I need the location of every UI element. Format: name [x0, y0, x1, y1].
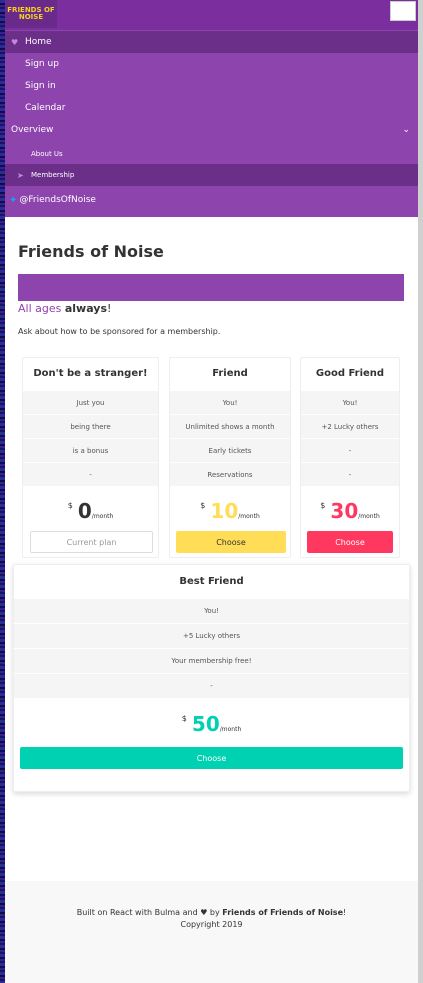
currency: $ [320, 501, 326, 510]
heart-icon: ♥ [200, 908, 208, 917]
all-ages-text: All ages always! [18, 302, 111, 315]
plan-feature: - [301, 462, 399, 486]
plan-card-good-friend: Good Friend You! +2 Lucky others - - $ 3… [300, 357, 400, 558]
logo-text: FRIENDS OF NOISE [7, 6, 55, 21]
plan-feature: Your membership free! [14, 648, 409, 673]
plan-feature: Reservations [170, 462, 290, 486]
sponsor-text: Ask about how to be sponsored for a memb… [18, 327, 221, 336]
price-period: /month [91, 513, 114, 520]
chevron-down-icon: ⌄ [402, 125, 410, 135]
nav-item-label: @FriendsOfNoise [19, 195, 96, 205]
logo[interactable]: FRIENDS OF NOISE [5, 0, 57, 28]
page-title: Friends of Noise [18, 242, 164, 261]
nav-item-signin[interactable]: Sign in [5, 75, 418, 97]
plan-feature: +5 Lucky others [14, 623, 409, 648]
plan-name: Best Friend [179, 575, 244, 587]
plan-name: Don't be a stranger! [33, 367, 148, 379]
nav-item-label: Sign in [25, 81, 56, 91]
footer-built-line: Built on React with Bulma and ♥ by Frien… [5, 908, 418, 917]
nav-item-home[interactable]: ♥ Home [5, 31, 418, 53]
all-ages-bold: always [64, 302, 108, 315]
plan-feature: You! [301, 390, 399, 414]
plan-feature: +2 Lucky others [301, 414, 399, 438]
all-ages-end: ! [107, 302, 112, 315]
plan-card-stranger: Don't be a stranger! Just you being ther… [22, 357, 159, 558]
nav-item-label: Sign up [25, 59, 59, 69]
plan-price: $ 10/month [170, 499, 290, 523]
navbar-brand-bar: FRIENDS OF NOISE [5, 0, 418, 30]
plan-price: $ 50/month [14, 712, 409, 736]
currency: $ [181, 714, 187, 723]
plan-feature: - [14, 673, 409, 698]
plan-feature: - [301, 438, 399, 462]
nav-item-membership[interactable]: ➤ Membership [5, 164, 418, 186]
footer-copyright: Copyright 2019 [180, 920, 243, 929]
choose-friend-button[interactable]: Choose [176, 531, 286, 553]
all-ages-lead: All ages [18, 302, 65, 315]
plan-feature: Just you [23, 390, 158, 414]
nav-item-label: Membership [31, 171, 75, 179]
paper-plane-icon: ➤ [17, 170, 24, 180]
price-amount: 50 [191, 712, 220, 736]
footer-end: ! [343, 908, 347, 917]
choose-good-friend-button[interactable]: Choose [307, 531, 393, 553]
plan-name: Friend [212, 367, 248, 379]
nav-item-signup[interactable]: Sign up [5, 53, 418, 75]
plan-feature: is a bonus [23, 438, 158, 462]
plan-feature: You! [14, 598, 409, 623]
plan-feature: You! [170, 390, 290, 414]
plan-feature: being there [23, 414, 158, 438]
plan-card-friend: Friend You! Unlimited shows a month Earl… [169, 357, 291, 558]
price-amount: 0 [77, 499, 92, 523]
footer-built-prefix: Built on React with Bulma and [76, 908, 198, 917]
price-period: /month [219, 726, 242, 733]
plan-price: $ 30/month [301, 499, 399, 523]
page: FRIENDS OF NOISE ♥ Home Sign up Sign in … [5, 0, 418, 983]
plan-feature: Early tickets [170, 438, 290, 462]
current-plan-button[interactable]: Current plan [30, 531, 153, 553]
choose-best-friend-button[interactable]: Choose [20, 747, 403, 769]
banner [18, 274, 404, 301]
scrollbar[interactable] [418, 0, 423, 983]
footer-org-link[interactable]: Friends of Friends of Noise [222, 908, 343, 917]
plan-price: $ 0/month [23, 499, 158, 523]
nav-dropdown-overview[interactable]: Overview ⌄ [5, 119, 418, 141]
heart-icon: ♥ [11, 37, 19, 47]
currency: $ [67, 501, 73, 510]
nav-dropdown-label: Overview [11, 125, 54, 135]
price-amount: 30 [330, 499, 359, 523]
nav-item-label: Home [25, 37, 52, 47]
nav-item-calendar[interactable]: Calendar [5, 97, 418, 119]
price-period: /month [238, 513, 260, 520]
nav-item-label: About Us [31, 150, 63, 158]
plan-feature: - [23, 462, 158, 486]
footer-by: by [209, 908, 220, 917]
plan-card-best-friend: Best Friend You! +5 Lucky others Your me… [13, 564, 410, 792]
currency: $ [200, 501, 206, 510]
nav-item-label: Calendar [25, 103, 66, 113]
nav-item-about[interactable]: About Us [5, 143, 418, 165]
plan-feature: Unlimited shows a month [170, 414, 290, 438]
nav-item-twitter[interactable]: ✦ @FriendsOfNoise [5, 189, 418, 211]
price-period: /month [358, 513, 380, 520]
twitter-icon: ✦ [9, 194, 18, 206]
plan-name: Good Friend [315, 367, 385, 379]
burger-button[interactable] [390, 1, 416, 21]
footer: Built on React with Bulma and ♥ by Frien… [5, 881, 418, 983]
price-amount: 10 [210, 499, 239, 523]
navbar: FRIENDS OF NOISE ♥ Home Sign up Sign in … [5, 0, 418, 217]
